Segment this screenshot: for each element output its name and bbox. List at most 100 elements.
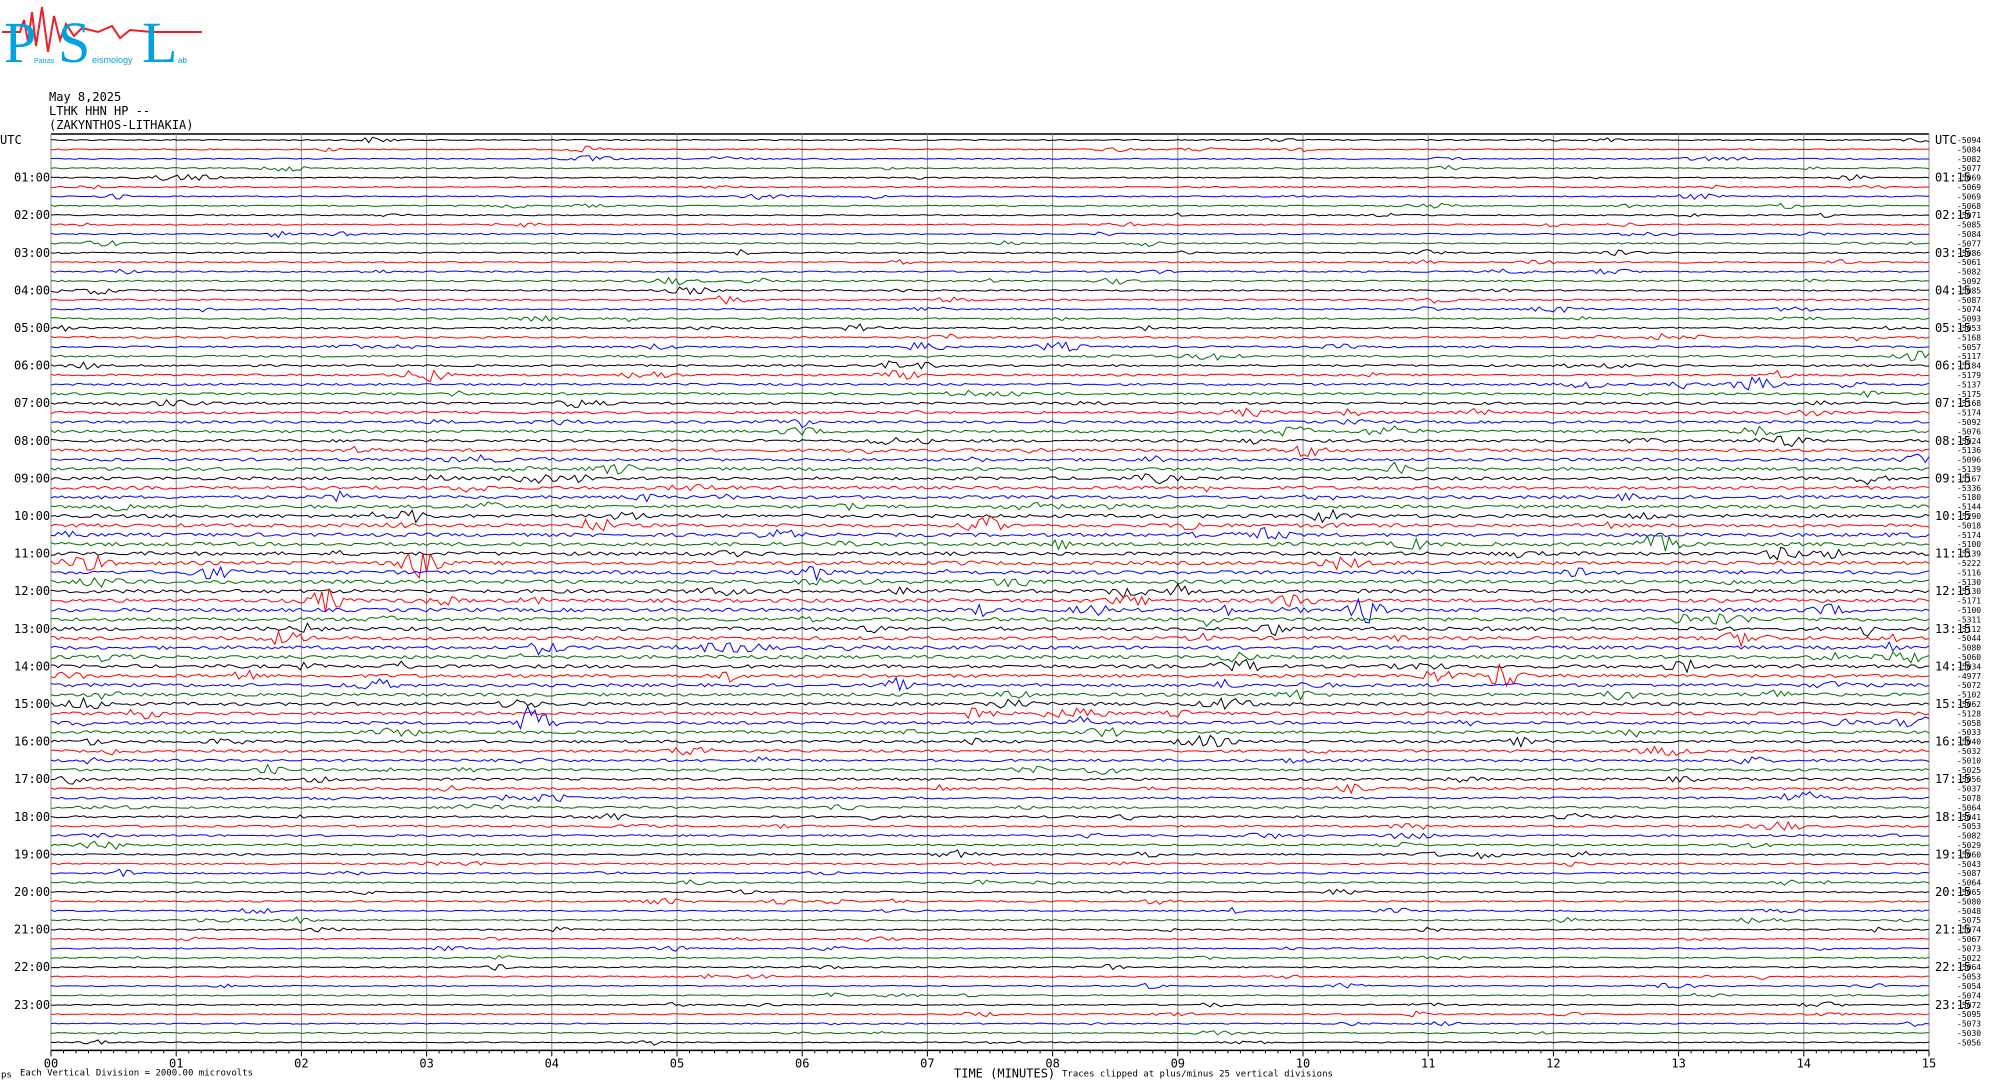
- right-hour-label: 23:15: [1935, 998, 1971, 1012]
- left-hour-label: 14:00: [14, 659, 50, 673]
- seismic-trace: [50, 820, 1930, 831]
- seismic-trace: [50, 926, 1930, 933]
- seismic-trace: [50, 696, 1930, 711]
- seismic-trace: [50, 350, 1930, 362]
- seismic-trace: [50, 534, 1930, 552]
- seismic-trace: [50, 268, 1930, 275]
- x-tick-label: 09: [1171, 1056, 1185, 1070]
- seismic-trace: [51, 546, 1930, 561]
- seismic-trace: [50, 1020, 1930, 1027]
- seismic-trace: [50, 734, 1930, 748]
- trace-offset-label: -5174: [1957, 531, 1981, 540]
- seismic-trace: [50, 514, 1930, 532]
- seismic-trace: [50, 483, 1930, 493]
- seismic-trace: [50, 435, 1930, 448]
- seismic-trace: [50, 662, 1930, 688]
- seismic-trace: [50, 897, 1930, 905]
- seismic-trace: [50, 184, 1930, 190]
- seismic-trace: [50, 783, 1930, 795]
- seismic-trace: [50, 399, 1930, 408]
- seismic-trace: [50, 389, 1930, 399]
- trace-offset-label: -5094: [1957, 136, 1981, 145]
- trace-offset-label: -5072: [1957, 681, 1981, 690]
- seismic-trace: [50, 1010, 1930, 1018]
- left-hour-label: 04:00: [14, 283, 50, 297]
- left-hour-label: 10:00: [14, 509, 50, 523]
- left-hour-label: 03:00: [14, 246, 50, 260]
- trace-offset-label: -5048: [1957, 907, 1981, 916]
- seismic-trace: [50, 259, 1930, 265]
- seismic-trace: [51, 832, 1929, 840]
- left-axis-title: UTC: [0, 133, 22, 147]
- seismic-trace: [50, 936, 1930, 942]
- seismic-trace: [50, 861, 1930, 867]
- trace-offset-label: -5056: [1957, 1038, 1981, 1047]
- right-hour-label: 08:15: [1935, 434, 1971, 448]
- right-hour-label: 04:15: [1935, 283, 1971, 297]
- left-hour-label: 13:00: [14, 622, 50, 636]
- seismic-trace: [51, 629, 1930, 648]
- seismic-trace: [50, 425, 1930, 437]
- helicorder-chart: 00 01 02 03 04 05 06 07 08 09 10 11 12 13 14 15-5094-50…: [0, 133, 1981, 1080]
- x-tick-label: 02: [294, 1056, 308, 1070]
- seismic-trace: [50, 221, 1930, 228]
- trace-offset-label: -5073: [1957, 1020, 1981, 1029]
- seismic-trace: [50, 407, 1930, 418]
- seismic-trace: [50, 418, 1930, 429]
- seismic-trace: [50, 868, 1930, 878]
- seismic-trace: [50, 445, 1930, 458]
- seismic-trace: [50, 982, 1930, 989]
- right-axis-title: UTC: [1935, 133, 1957, 147]
- trace-offset-label: -5084: [1957, 230, 1981, 239]
- seismic-trace: [50, 776, 1930, 785]
- seismic-trace: [50, 565, 1930, 582]
- trace-offset-label: -5100: [1957, 606, 1981, 615]
- seismic-trace: [50, 501, 1930, 512]
- right-hour-label: 19:15: [1935, 847, 1971, 861]
- seismic-trace: [51, 879, 1930, 886]
- left-hour-label: 20:00: [14, 885, 50, 899]
- seismic-trace: [50, 588, 1930, 612]
- trace-offset-label: -5082: [1957, 268, 1981, 277]
- trace-offset-label: -5180: [1957, 493, 1981, 502]
- left-hour-label: 09:00: [14, 471, 50, 485]
- seismic-trace: [50, 582, 1930, 599]
- seismic-trace: [50, 286, 1930, 296]
- x-tick-label: 13: [1671, 1056, 1685, 1070]
- seismic-trace: [50, 705, 1930, 731]
- right-hour-label: 09:15: [1935, 471, 1971, 485]
- seismic-trace: [50, 323, 1930, 332]
- seismic-trace: [50, 954, 1930, 961]
- right-hour-label: 06:15: [1935, 359, 1971, 373]
- right-hour-label: 10:15: [1935, 509, 1971, 523]
- trace-offset-label: -5010: [1957, 756, 1981, 765]
- left-hour-label: 17:00: [14, 772, 50, 786]
- left-hour-label: 22:00: [14, 960, 50, 974]
- footer-mark: ps: [1, 1070, 12, 1080]
- seismic-trace: [51, 315, 1930, 323]
- left-hour-label: 18:00: [14, 810, 50, 824]
- seismic-trace: [50, 173, 1930, 181]
- seismic-trace: [51, 136, 1930, 144]
- seismic-trace: [50, 1039, 1930, 1046]
- x-axis-label: TIME (MINUTES): [954, 1066, 1055, 1080]
- trace-offset-label: -5137: [1957, 380, 1981, 389]
- left-hour-label: 07:00: [14, 396, 50, 410]
- seismic-trace: [50, 659, 1930, 674]
- footer-division-note: Each Vertical Division = 2000.00 microvo…: [20, 1068, 253, 1078]
- seismic-trace: [51, 453, 1930, 464]
- seismic-trace: [51, 276, 1930, 286]
- seismic-trace: [50, 145, 1929, 153]
- seismic-trace: [50, 945, 1930, 952]
- seismic-trace: [50, 651, 1930, 664]
- seismic-trace: [50, 332, 1930, 342]
- seismic-trace: [50, 155, 1929, 162]
- seismic-trace: [50, 164, 1930, 172]
- left-hour-label: 01:00: [14, 171, 50, 185]
- seismic-trace: [50, 375, 1930, 391]
- x-tick-label: 15: [1922, 1056, 1936, 1070]
- trace-offset-label: -5116: [1957, 568, 1981, 577]
- seismic-trace: [50, 249, 1930, 256]
- seismic-trace: [50, 341, 1930, 352]
- x-tick-label: 03: [419, 1056, 433, 1070]
